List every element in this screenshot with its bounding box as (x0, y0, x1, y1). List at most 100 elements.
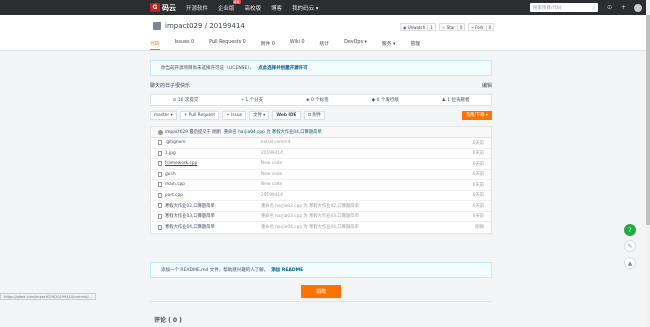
file-name[interactable]: 寒假大作业02,口算题简单 (165, 203, 261, 209)
file-name[interactable]: 寒假大作业04,口算题简单 (165, 224, 261, 230)
plus-icon[interactable]: + (621, 4, 626, 11)
file-commit-message[interactable]: 重命名 harjia02.cpp 为 寒假大作业02,口算题简单 (261, 203, 461, 209)
tab-services[interactable]: 服务 ▾ (382, 40, 396, 50)
stat-branches-text: 1 个分支 (245, 98, 264, 103)
file-icon (158, 203, 162, 209)
stat-branches[interactable]: ⑂ 1 个分支 (241, 97, 263, 103)
tab-pull-requests[interactable]: Pull Requests 0 (209, 40, 246, 50)
file-time: 6天前 (472, 140, 484, 146)
avatar[interactable] (634, 3, 642, 12)
branch-select[interactable]: master ▾ (150, 110, 177, 120)
file-icon (158, 213, 162, 219)
repo-tabs: 代码 Issues 0 Pull Requests 0 附件 0 Wiki 0 … (150, 40, 435, 50)
stat-contributors[interactable]: ♟ 1 位贡献者 (442, 97, 470, 103)
file-name[interactable]: 1.jpg (165, 151, 261, 156)
file-name[interactable]: 寒假大作业03,口算题简单 (165, 213, 261, 219)
table-row[interactable]: main.cpp New code 6天前 (151, 180, 491, 191)
attachment-button[interactable]: ⊡ 附件 (303, 110, 326, 120)
tab-issues[interactable]: Issues 0 (175, 40, 194, 50)
file-commit-message[interactable]: New code (261, 182, 461, 187)
commit-author[interactable]: impact029 (165, 130, 188, 135)
nav-education[interactable]: 高校版 (245, 4, 262, 12)
repo-description-row: 聊天的日子很快乐 编辑 (150, 82, 492, 89)
new-issue-button[interactable]: + Issue (222, 110, 247, 120)
tab-manage[interactable]: 管理 (410, 40, 420, 50)
file-icon (158, 182, 162, 188)
main-content: 你当前开源项目尚未选择许可证（LICENSE）， 点此选择并创建开源许可 聊天的… (150, 60, 492, 324)
license-notice-link[interactable]: 点此选择并创建开源许可 (258, 65, 308, 71)
scrollbar-thumb[interactable] (646, 15, 650, 225)
back-to-top-button[interactable]: ▲ (624, 257, 636, 269)
table-row[interactable]: 寒假大作业02,口算题简单 重命名 harjia02.cpp 为 寒假大作业02,… (151, 201, 491, 212)
nav-enterprise[interactable]: 企业版 特惠 (218, 0, 241, 12)
file-name[interactable]: framework.cpp (165, 161, 261, 166)
stat-releases[interactable]: ◆ 0 个发行版 (372, 97, 399, 103)
nav-my-gitee[interactable]: 我的码云 ▾ (292, 4, 319, 12)
search-placeholder: 搜索项目/代码 (532, 5, 562, 11)
file-name[interactable]: .gitignore (165, 140, 261, 145)
table-row[interactable]: gui.h New code 6天前 (151, 170, 491, 180)
search-icon: ⌕ (592, 5, 595, 11)
stat-commits-text: 16 次提交 (177, 98, 199, 103)
fork-button[interactable]: ⑂ Fork 0 (468, 23, 495, 31)
new-pull-request-button[interactable]: + Pull Request (179, 110, 220, 120)
divider (150, 301, 492, 302)
edit-description-link[interactable]: 编辑 (482, 82, 492, 89)
file-commit-message[interactable]: Initial commit (261, 140, 461, 145)
notification-icon[interactable]: ⊙ (607, 4, 612, 11)
web-ide-button[interactable]: Web IDE (272, 110, 301, 120)
browser-status-bar: https://gitee.com/impact029/20199414/com… (0, 293, 96, 300)
file-commit-message[interactable]: 20199414 (261, 151, 461, 156)
search-input[interactable]: 搜索项目/代码 ⌕ (529, 3, 598, 12)
star-button[interactable]: ☆ Star 0 (438, 23, 466, 31)
tab-devops[interactable]: DevOps ▾ (344, 40, 367, 50)
nav-blog[interactable]: 博客 (271, 4, 282, 12)
clone-download-button[interactable]: 克隆/下载 ▾ (461, 110, 492, 120)
tab-code[interactable]: 代码 (150, 40, 160, 50)
file-commit-message[interactable]: New code (261, 161, 461, 166)
file-icon (158, 150, 162, 156)
file-commit-message[interactable]: 重命名 harjia03.cpp 为 寒假大作业03,口算题简单 (261, 213, 461, 219)
table-row[interactable]: 1.jpg 20199414 6天前 (151, 149, 491, 159)
file-time: 6天前 (472, 182, 484, 188)
file-commit-message[interactable]: 20199414 (261, 193, 461, 198)
file-time: 刚刚 (475, 225, 484, 231)
repo-header: impact029 / 20199414 ◉ Unwatch 1 ☆ Star 0 … (0, 15, 650, 51)
table-row[interactable]: framework.cpp New code 6天前 (151, 159, 491, 170)
tab-stats[interactable]: 统计 (320, 40, 330, 50)
license-notice-text: 你当前开源项目尚未选择许可证（LICENSE）， (161, 66, 255, 71)
file-commit-message[interactable]: New code (261, 172, 461, 177)
file-time: 6天前 (472, 161, 484, 167)
tab-wiki[interactable]: Wiki 0 (290, 40, 305, 50)
file-name[interactable]: gui.h (165, 172, 261, 177)
table-row[interactable]: 寒假大作业04,口算题简单 重命名 harjia04.cpp 为 寒假大作业04,… (151, 222, 491, 233)
repo-name[interactable]: impact029 / 20199414 (165, 22, 245, 30)
top-navbar: G 码云 开源软件 企业版 特惠 高校版 博客 我的码云 ▾ 搜索项目/代码 ⌕ … (0, 0, 650, 15)
repo-stats-bar: ⊙ 16 次提交 ⑂ 1 个分支 ◈ 0 个标签 ◆ 0 个发行版 ♟ 1 位贡… (150, 94, 492, 106)
file-name[interactable]: part.cpp (165, 193, 261, 198)
watch-button[interactable]: ◉ Unwatch 1 (400, 23, 436, 31)
feedback-button[interactable]: ✎ (624, 240, 636, 252)
fork-label: Fork (475, 24, 484, 30)
file-name[interactable]: main.cpp (165, 182, 261, 187)
commit-author-avatar[interactable] (158, 129, 163, 135)
table-row[interactable]: 寒假大作业03,口算题简单 重命名 harjia03.cpp 为 寒假大作业03,… (151, 212, 491, 222)
fork-count: 0 (485, 24, 491, 30)
table-row[interactable]: part.cpp 20199414 6天前 (151, 191, 491, 201)
stat-commits[interactable]: ⊙ 16 次提交 (172, 97, 198, 103)
commit-message[interactable]: 重命名 harjia04.cpp 为 寒假大作业04,口算题简单 (224, 129, 322, 135)
donate-button[interactable]: 捐赠 (301, 285, 341, 298)
file-commit-message[interactable]: 重命名 harjia04.cpp 为 寒假大作业04,口算题简单 (261, 224, 461, 230)
nav-open-source[interactable]: 开源软件 (186, 4, 208, 12)
file-time: 6天前 (472, 172, 484, 178)
site-logo[interactable]: G 码云 (150, 3, 176, 13)
stat-tags[interactable]: ◈ 0 个标签 (306, 97, 329, 103)
logo-icon: G (150, 3, 160, 12)
readme-notice: 添加一个 README.md 文件，帮助感兴趣的人了解。 添加 README (150, 262, 492, 278)
file-menu[interactable]: 文件 ▾ (249, 110, 270, 120)
file-time: 6天前 (472, 203, 484, 209)
tab-attachments[interactable]: 附件 0 (261, 40, 275, 50)
help-button[interactable]: ? (624, 224, 636, 236)
table-row[interactable]: .gitignore Initial commit 6天前 (151, 138, 491, 149)
add-readme-link[interactable]: 添加 README (271, 267, 303, 273)
